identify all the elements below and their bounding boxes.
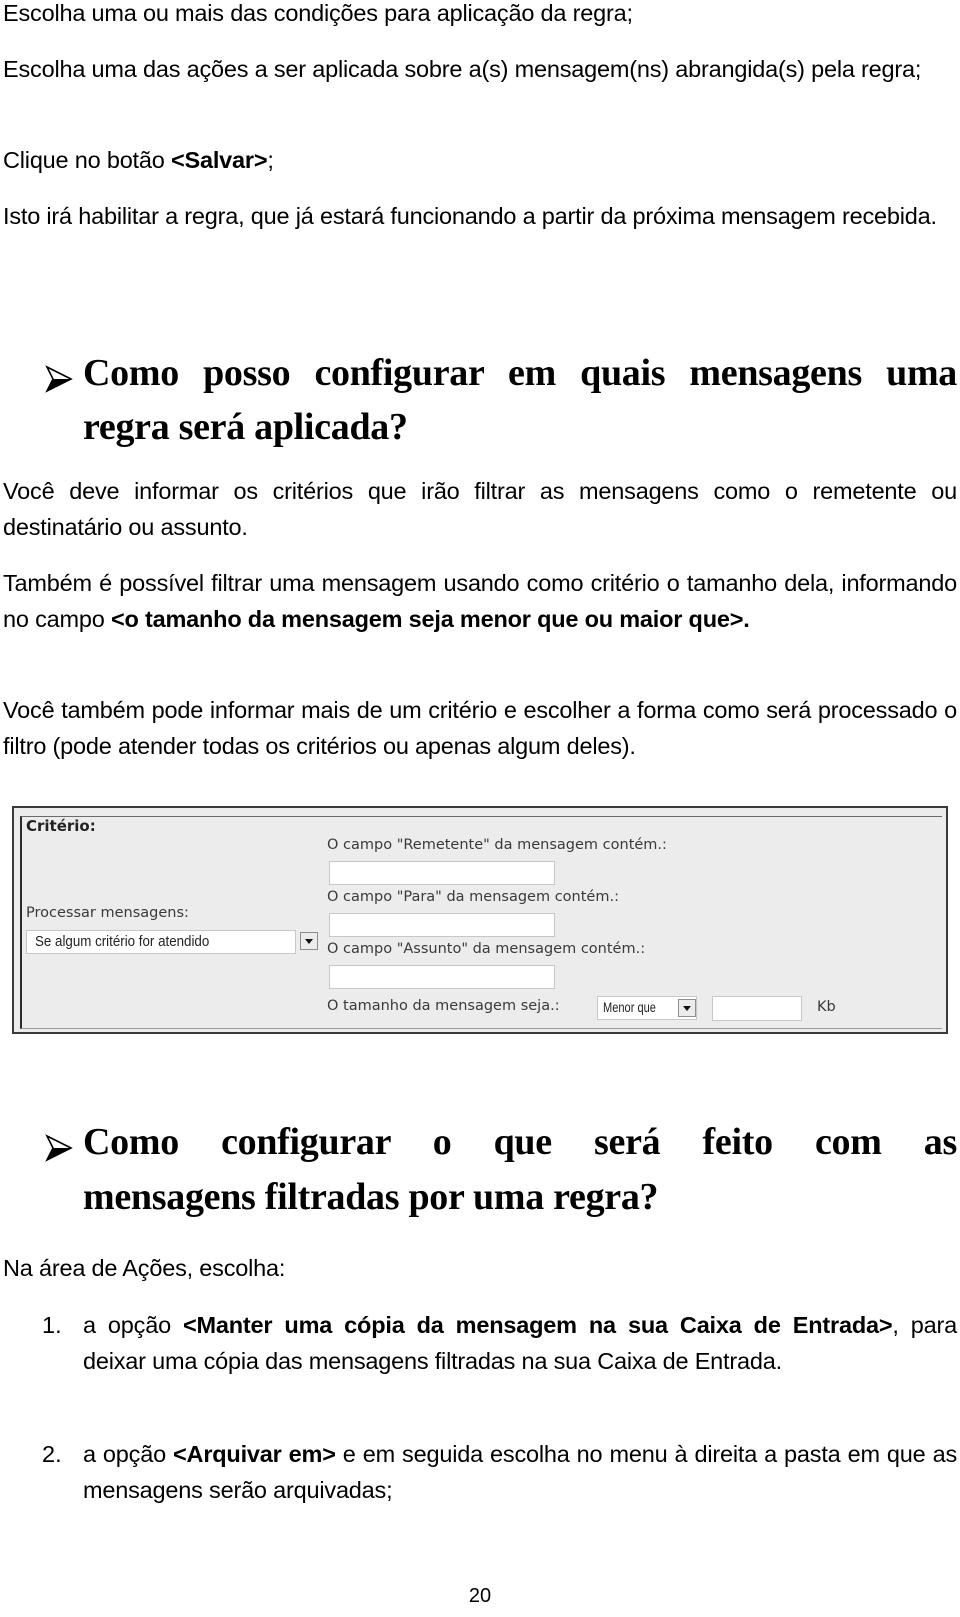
process-messages-label: Processar mensagens: (26, 905, 189, 921)
section1-paragraph-2: Também é possível filtrar uma mensagem u… (3, 566, 957, 637)
list-item-2-number: 2. (42, 1441, 62, 1467)
save-step-paragraph: Clique no botão <Salvar>; (3, 143, 957, 179)
section1-heading-line1: Como posso configurar em quais mensagens… (83, 352, 957, 394)
list-item-1-bold: <Manter uma cópia da mensagem na sua Cai… (183, 1312, 893, 1338)
subject-label: O campo "Assunto" da mensagem contém.: (327, 941, 646, 957)
list-item-1-number: 1. (42, 1312, 62, 1338)
process-messages-select[interactable]: Se algum critério for atendido (26, 930, 296, 954)
arrowhead-bullet-icon (45, 365, 73, 393)
intro-paragraph-1: Escolha uma ou mais das condições para a… (3, 0, 633, 26)
criteria-title: Critério: (26, 817, 96, 835)
size-unit-label: Kb (817, 999, 836, 1015)
criteria-panel: Critério: Processar mensagens: Se algum … (12, 806, 948, 1034)
list-item-1-prefix: a opção (83, 1312, 183, 1338)
process-messages-dropdown-arrow-icon[interactable] (300, 932, 318, 950)
to-label: O campo "Para" da mensagem contém.: (327, 889, 619, 905)
list-item-2: a opção <Arquivar em> e em seguida escol… (83, 1437, 957, 1508)
section1-heading-line2: regra será aplicada? (83, 406, 408, 448)
save-step-suffix: ; (267, 147, 274, 173)
list-item-2-bold: <Arquivar em> (173, 1441, 336, 1467)
process-messages-select-value: Se algum critério for atendido (35, 934, 210, 950)
to-input[interactable] (329, 913, 555, 937)
sender-input[interactable] (329, 861, 555, 885)
list-item-2-prefix: a opção (83, 1441, 174, 1467)
size-comparison-select-value: Menor que (603, 1000, 656, 1015)
intro-paragraph-2: Escolha uma das ações a ser aplicada sob… (3, 56, 922, 82)
section1-paragraph-1: Você deve informar os critérios que irão… (3, 478, 957, 540)
subject-input[interactable] (329, 965, 555, 989)
sender-label: O campo "Remetente" da mensagem contém.: (327, 837, 667, 853)
size-label: O tamanho da mensagem seja.: (327, 998, 560, 1014)
save-step-bold: <Salvar> (170, 147, 268, 173)
size-comparison-dropdown-arrow-icon[interactable] (678, 999, 696, 1017)
enable-note-paragraph: Isto irá habilitar a regra, que já estar… (3, 203, 937, 229)
section1-paragraph-2-bold: <o tamanho da mensagem seja menor que ou… (110, 605, 750, 632)
size-input[interactable] (712, 996, 802, 1021)
section2-intro: Na área de Ações, escolha: (3, 1255, 286, 1281)
section2-heading-line2: mensagens filtradas por uma regra? (83, 1176, 659, 1218)
list-item-1: a opção <Manter uma cópia da mensagem na… (83, 1308, 957, 1379)
criteria-panel-inner: Critério: Processar mensagens: Se algum … (20, 816, 942, 1029)
page-number: 20 (468, 1585, 492, 1607)
save-step-prefix: Clique no botão (3, 147, 171, 173)
arrowhead-bullet-icon (45, 1134, 73, 1162)
section2-heading-line1: Como configurar o que será feito com as (83, 1121, 957, 1163)
section1-paragraph-3: Você também pode informar mais de um cri… (3, 697, 957, 759)
